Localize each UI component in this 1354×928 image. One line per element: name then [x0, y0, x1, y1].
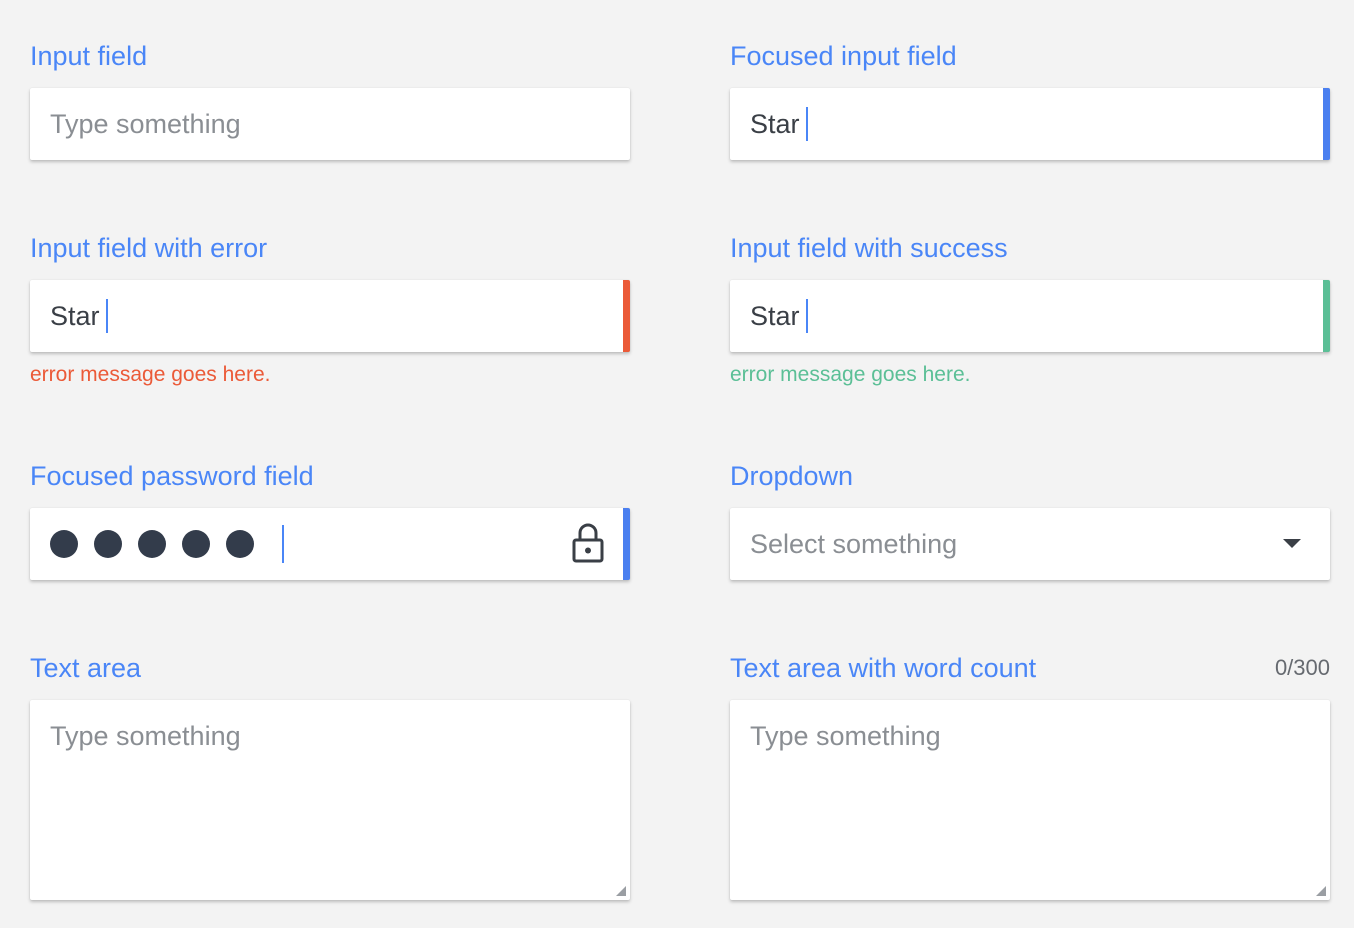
text-cursor: [105, 298, 108, 333]
text-area-word-count-label: Text area with word count: [730, 653, 1037, 683]
text-area-label: Text area: [30, 653, 142, 683]
lock-icon[interactable]: [571, 522, 605, 564]
error-field-value-wrap: Star: [50, 298, 108, 335]
resize-handle-icon[interactable]: [616, 886, 626, 896]
focused-input-field-value-wrap: Star: [750, 106, 808, 143]
error-message: error message goes here.: [30, 363, 271, 386]
password-masked-value: [50, 525, 284, 563]
success-field-value: Star: [750, 301, 800, 331]
success-field-label: Input field with success: [730, 233, 1008, 263]
text-cursor: [805, 298, 808, 333]
dropdown-label: Dropdown: [730, 461, 854, 491]
password-mask-dot: [50, 530, 78, 558]
error-input-field[interactable]: Star: [30, 280, 630, 352]
success-message: error message goes here.: [730, 363, 971, 386]
password-mask-dot: [94, 530, 122, 558]
text-area-word-count-placeholder: Type something: [750, 721, 941, 751]
password-mask-dot: [138, 530, 166, 558]
text-cursor: [282, 525, 284, 563]
dropdown-select[interactable]: Select something: [730, 508, 1330, 580]
error-field-label: Input field with error: [30, 233, 268, 263]
password-field-label: Focused password field: [30, 461, 314, 491]
focused-input-field[interactable]: Star: [730, 88, 1330, 160]
input-field-placeholder: Type something: [50, 109, 241, 139]
success-input-field[interactable]: Star: [730, 280, 1330, 352]
password-mask-dot: [226, 530, 254, 558]
form-components-page: Input field Type something Focused input…: [0, 0, 1354, 928]
word-counter: 0/300: [1274, 655, 1330, 680]
caret-down-icon[interactable]: [1282, 538, 1302, 550]
focused-input-field-label: Focused input field: [730, 41, 957, 71]
text-area-placeholder: Type something: [50, 721, 241, 751]
success-field-value-wrap: Star: [750, 298, 808, 335]
error-field-value: Star: [50, 301, 100, 331]
text-cursor: [805, 106, 808, 141]
focused-input-field-value: Star: [750, 109, 800, 139]
input-field-label: Input field: [30, 41, 148, 71]
text-area[interactable]: Type something: [30, 700, 630, 900]
dropdown-placeholder: Select something: [750, 529, 958, 559]
text-area-with-word-count[interactable]: Type something: [730, 700, 1330, 900]
resize-handle-icon[interactable]: [1316, 886, 1326, 896]
input-field[interactable]: Type something: [30, 88, 630, 160]
password-input-field[interactable]: [30, 508, 630, 580]
password-mask-dot: [182, 530, 210, 558]
